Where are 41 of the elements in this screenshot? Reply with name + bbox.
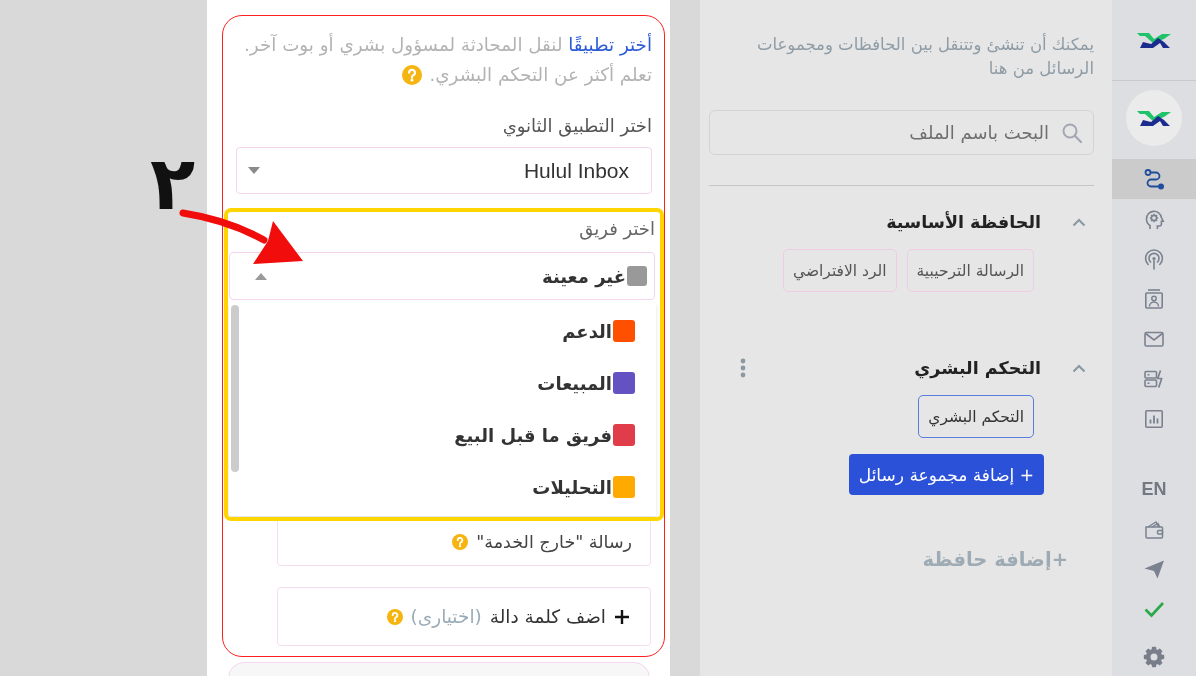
contact-card-icon bbox=[1143, 288, 1165, 310]
help-icon bbox=[386, 608, 403, 625]
bar-chart-icon bbox=[1143, 408, 1165, 430]
route-icon bbox=[1143, 168, 1165, 190]
step-number: ٢ bbox=[150, 146, 196, 220]
team-select-label: اختر فريق bbox=[578, 217, 655, 241]
paper-plane-icon bbox=[1143, 558, 1165, 580]
plus-icon bbox=[614, 608, 630, 625]
folder-title[interactable]: الحافظة الأساسية bbox=[886, 212, 1041, 232]
wallet-icon bbox=[1143, 518, 1165, 540]
settings-icon bbox=[1143, 646, 1165, 668]
chevron-icon[interactable] bbox=[1072, 217, 1086, 227]
add-keyword-button[interactable]: اضف كلمة دالة (اختيارى) bbox=[277, 587, 651, 646]
team-option[interactable]: الدعم bbox=[241, 305, 656, 357]
app-select-label: اختر التطبيق الثانوي bbox=[501, 114, 652, 138]
logo-icon[interactable] bbox=[1136, 30, 1172, 50]
choose-app-link[interactable]: أختر تطبيقًا bbox=[568, 34, 652, 55]
message-group-chip[interactable]: الرد الافتراضي bbox=[782, 249, 897, 292]
head-gear-icon bbox=[1143, 208, 1165, 230]
server-bolt-icon bbox=[1143, 368, 1165, 390]
team-option[interactable]: فريق ما قبل البيع bbox=[241, 409, 656, 461]
message-group-chip[interactable]: الرسالة الترحيبية bbox=[906, 249, 1034, 292]
folder-title[interactable]: التحكم البشري bbox=[914, 358, 1041, 378]
scrollbar-thumb[interactable] bbox=[231, 305, 239, 472]
team-option[interactable]: المبيعات bbox=[241, 357, 656, 409]
app-select[interactable]: Hulul Inbox bbox=[236, 147, 652, 194]
folders-description: يمكنك أن تنشئ وتتنقل بين الحافظات ومجموعات الرسائل من هنا bbox=[755, 33, 1094, 81]
logo-avatar-icon[interactable] bbox=[1126, 90, 1182, 146]
help-text: أختر تطبيقًا لنقل المحادثة لمسؤول بشري أو بوت آخر. تعلم أكثر عن التحكم البشري. bbox=[243, 32, 652, 88]
help-icon[interactable] bbox=[401, 65, 422, 85]
more-menu-icon[interactable] bbox=[740, 358, 746, 378]
message-group-chip[interactable]: التحكم البشري bbox=[918, 395, 1034, 438]
nav-item[interactable] bbox=[1112, 159, 1196, 199]
search-field[interactable]: البحث باسم الملف bbox=[709, 110, 1094, 155]
chevron-icon[interactable] bbox=[1072, 363, 1086, 373]
add-message-group-button[interactable]: + إضافة مجموعة رسائل bbox=[848, 454, 1044, 495]
team-option[interactable]: التحليلات bbox=[241, 461, 656, 513]
help-icon bbox=[452, 533, 469, 550]
antenna-icon bbox=[1143, 248, 1165, 270]
team-select[interactable]: غير معينة bbox=[229, 252, 655, 300]
search-icon bbox=[1061, 122, 1083, 144]
